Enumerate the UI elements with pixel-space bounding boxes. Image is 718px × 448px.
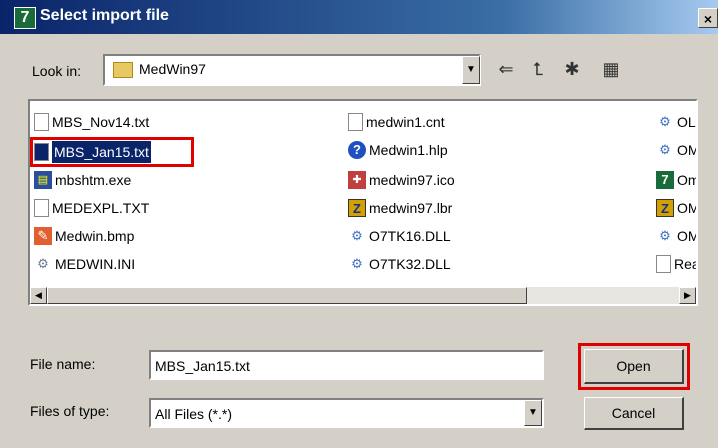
bitmap-icon: ✎ (34, 227, 52, 245)
file-item[interactable]: ▤ mbshtm.exe (34, 169, 131, 191)
library-icon: Z (656, 199, 674, 217)
file-item[interactable]: ⚙ OLE (656, 111, 696, 133)
file-name: OLE (677, 114, 696, 130)
file-name: Rea (674, 256, 698, 272)
file-item[interactable]: ⚙ O7TK32.DLL (348, 253, 451, 275)
file-item[interactable]: ⚙ OMI (656, 139, 696, 161)
new-folder-icon[interactable]: ✱ (560, 58, 584, 82)
text-file-icon (34, 199, 49, 217)
file-item[interactable]: ⚙ OMI (656, 225, 696, 247)
files-of-type-select[interactable]: All Files (*.*) (149, 398, 544, 428)
window-title: Select import file (40, 7, 169, 24)
file-name: OMI (677, 200, 696, 216)
file-name: Medwin1.hlp (369, 142, 448, 158)
annotation-highlight-open (578, 343, 690, 390)
dll-icon: ⚙ (659, 142, 671, 157)
file-name-input[interactable]: MBS_Jan15.txt (149, 350, 544, 380)
back-icon[interactable]: ⇐ (494, 58, 518, 82)
file-item[interactable]: MEDEXPL.TXT (34, 197, 149, 219)
icon-file-icon: ✚ (348, 171, 366, 189)
file-item[interactable]: Z medwin97.lbr (348, 197, 452, 219)
file-name: mbshtm.exe (55, 172, 132, 188)
file-item[interactable]: ⚙ MEDWIN.INI (34, 253, 135, 275)
file-name: MEDEXPL.TXT (52, 200, 150, 216)
file-name: medwin97.ico (369, 172, 455, 188)
look-in-dropdown-button[interactable]: ▼ (462, 56, 480, 84)
horizontal-scrollbar[interactable]: ◀ ▶ (30, 287, 696, 304)
file-item[interactable]: ✚ medwin97.ico (348, 169, 455, 191)
close-button[interactable]: × (698, 8, 718, 28)
annotation-highlight-file (30, 137, 194, 167)
scroll-left-icon[interactable]: ◀ (30, 287, 47, 304)
look-in-value: MedWin97 (139, 61, 206, 77)
scroll-right-icon[interactable]: ▶ (679, 287, 696, 304)
app-7-icon: 7 (656, 171, 674, 189)
file-name: O7TK32.DLL (369, 256, 451, 272)
file-name: MEDWIN.INI (55, 256, 136, 272)
file-name: MBS_Nov14.txt (52, 114, 150, 130)
cancel-button[interactable]: Cancel (584, 397, 684, 430)
file-name: O7TK16.DLL (369, 228, 451, 244)
dll-icon: ⚙ (351, 256, 363, 271)
exe-icon: ▤ (34, 171, 52, 189)
file-item[interactable]: ? Medwin1.hlp (348, 139, 448, 161)
view-menu-icon[interactable]: ▦ (594, 58, 628, 82)
dll-icon: ⚙ (659, 114, 671, 129)
file-item[interactable]: 7 Omr (656, 169, 696, 191)
settings-file-icon: ⚙ (37, 256, 49, 271)
file-name-label: File name: (30, 356, 96, 372)
file-name: medwin97.lbr (369, 200, 453, 216)
file-item[interactable]: medwin1.cnt (348, 111, 445, 133)
file-name: Omr (677, 172, 696, 188)
text-file-icon (348, 113, 363, 131)
scroll-thumb[interactable] (47, 287, 527, 304)
file-name: Medwin.bmp (55, 228, 135, 244)
look-in-combo[interactable]: MedWin97 (103, 54, 481, 86)
files-of-type-dropdown-button[interactable]: ▼ (524, 400, 542, 426)
up-folder-icon[interactable]: ⮤ (526, 58, 550, 82)
file-name: medwin1.cnt (366, 114, 445, 130)
file-item[interactable]: ✎ Medwin.bmp (34, 225, 134, 247)
look-in-label: Look in: (32, 63, 82, 79)
file-name: OMI (677, 228, 696, 244)
files-of-type-label: Files of type: (30, 403, 110, 419)
title-bar: 7 Select import file (0, 0, 718, 34)
file-item[interactable]: Z OMI (656, 197, 696, 219)
folder-icon (113, 62, 133, 78)
app-icon: 7 (14, 7, 36, 29)
file-name: OMI (677, 142, 696, 158)
text-file-icon (34, 113, 49, 131)
dll-icon: ⚙ (351, 228, 363, 243)
file-item[interactable]: ⚙ O7TK16.DLL (348, 225, 451, 247)
library-icon: Z (348, 199, 366, 217)
text-file-icon (656, 255, 671, 273)
help-icon: ? (348, 141, 366, 159)
file-item[interactable]: Rea (656, 253, 698, 275)
dll-icon: ⚙ (659, 228, 671, 243)
file-item[interactable]: MBS_Nov14.txt (34, 111, 149, 133)
file-list[interactable]: MBS_Nov14.txt MBS_Jan15.txt ▤ mbshtm.exe… (28, 99, 698, 306)
